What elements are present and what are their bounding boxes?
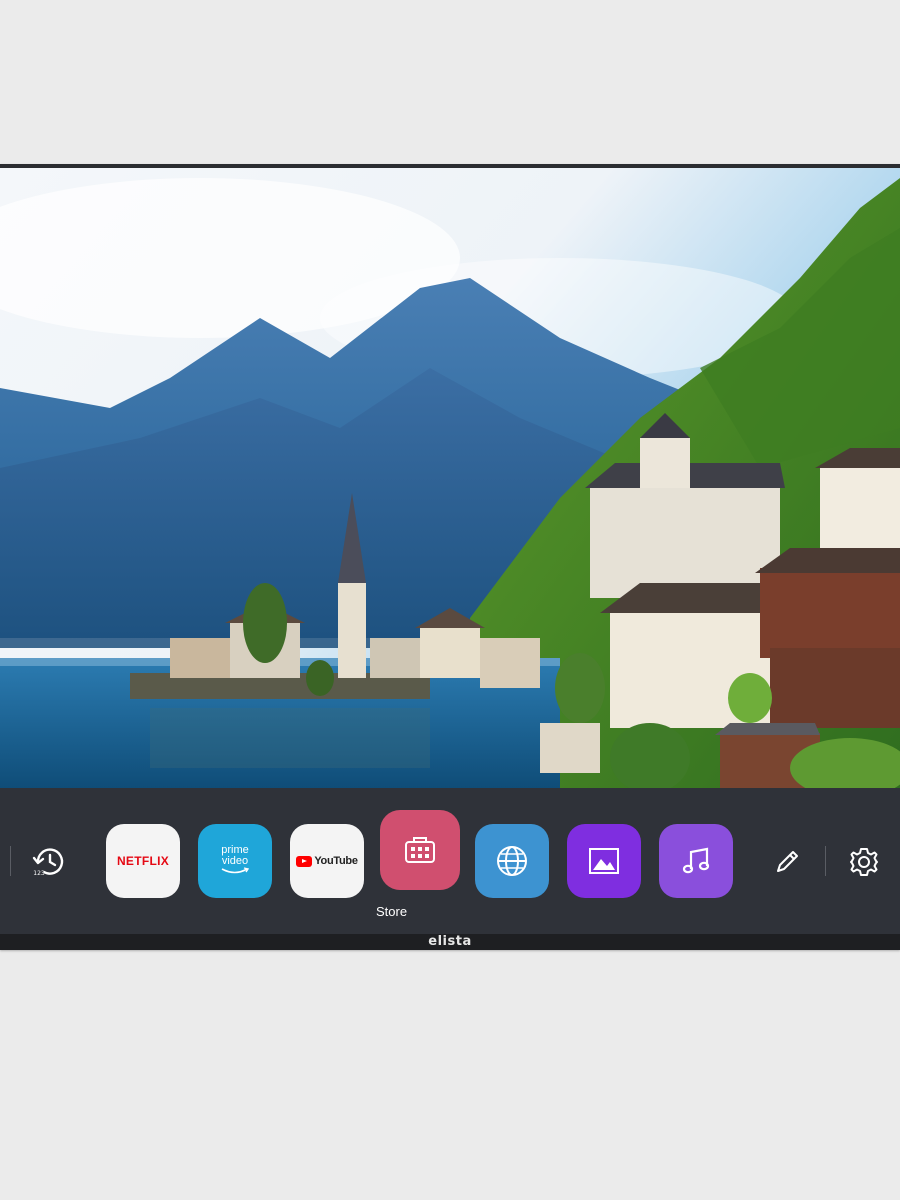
tv-frame: 123 NETFLIX prime video YouTube Store el… bbox=[0, 164, 900, 950]
prime-video-logo-line1: prime bbox=[221, 843, 249, 856]
focused-app-label: Store bbox=[376, 904, 408, 919]
home-screen-wallpaper bbox=[0, 168, 900, 788]
netflix-logo-text: NETFLIX bbox=[116, 854, 170, 868]
svg-text:123: 123 bbox=[33, 870, 45, 877]
globe-icon bbox=[497, 846, 527, 876]
youtube-logo-text: YouTube bbox=[314, 855, 358, 867]
launcher-divider bbox=[10, 846, 11, 876]
pencil-icon bbox=[777, 851, 798, 872]
launcher-divider bbox=[825, 846, 826, 876]
brand-logo: elista bbox=[428, 934, 472, 949]
tv-bottom-bezel: elista bbox=[0, 934, 900, 950]
music-app-tile[interactable] bbox=[659, 824, 733, 898]
youtube-play-icon bbox=[296, 855, 313, 867]
netflix-app-tile[interactable]: NETFLIX bbox=[106, 824, 180, 898]
prime-video-app-tile[interactable]: prime video bbox=[198, 824, 272, 898]
store-app-tile[interactable] bbox=[380, 810, 460, 890]
prime-video-logo-line2: video bbox=[221, 854, 249, 867]
store-icon bbox=[405, 837, 435, 863]
gear-icon bbox=[850, 848, 878, 876]
edit-button[interactable] bbox=[765, 840, 809, 884]
history-icon: 123 bbox=[32, 848, 64, 877]
gallery-app-tile[interactable] bbox=[567, 824, 641, 898]
settings-button[interactable] bbox=[842, 840, 886, 884]
music-icon bbox=[682, 847, 710, 874]
youtube-logo: YouTube bbox=[296, 855, 358, 867]
app-launcher-bar: 123 NETFLIX prime video YouTube Store bbox=[0, 788, 900, 934]
prime-smile-icon bbox=[221, 866, 250, 873]
prime-video-logo: prime video bbox=[220, 843, 250, 878]
image-icon bbox=[589, 848, 619, 874]
youtube-app-tile[interactable]: YouTube bbox=[290, 824, 364, 898]
history-button[interactable]: 123 bbox=[28, 840, 72, 884]
web-browser-app-tile[interactable] bbox=[475, 824, 549, 898]
lake-village-landscape-image bbox=[0, 168, 900, 788]
